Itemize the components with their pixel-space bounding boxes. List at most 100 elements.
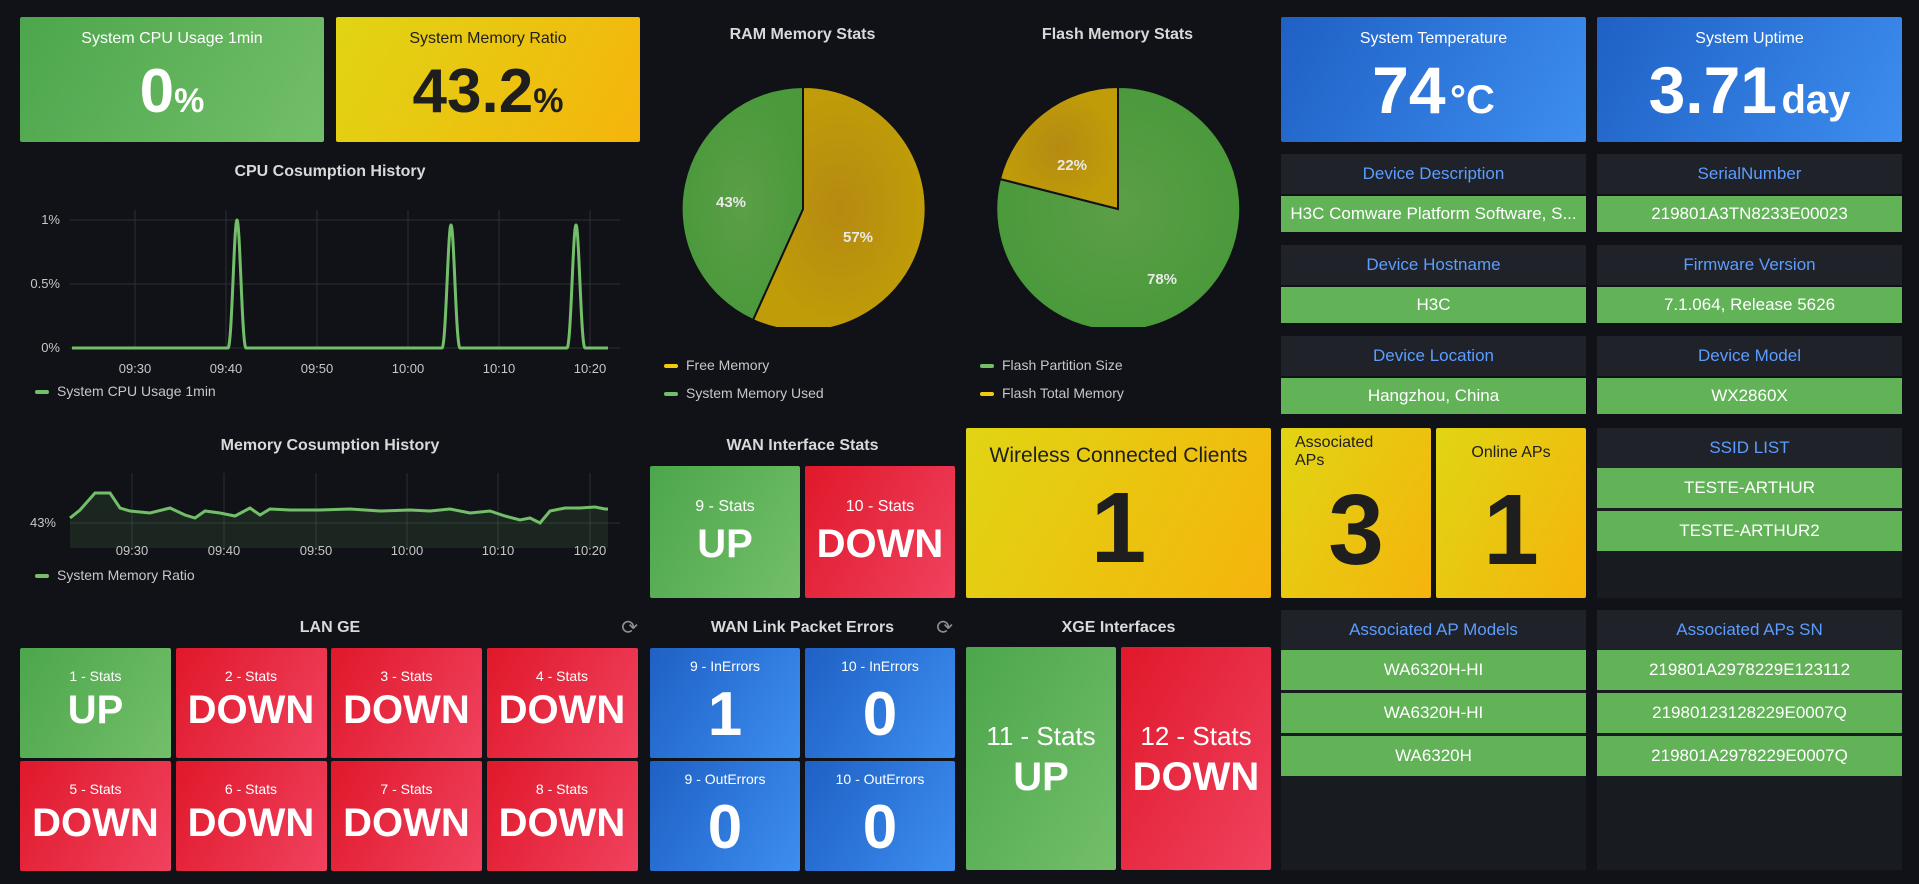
- legend-swatch: [980, 364, 994, 369]
- xge-if11-value: UP: [1013, 755, 1069, 799]
- ap-sn-item: 219801A2978229E0007Q: [1597, 736, 1902, 776]
- lan-port-stat: 4 - Stats DOWN: [486, 648, 638, 758]
- pie-label-free: 57%: [843, 229, 873, 246]
- xge-if11-stat: 11 - Stats UP: [966, 647, 1116, 870]
- device-model-label: Device Model: [1597, 336, 1902, 376]
- legend-label: System Memory Ratio: [57, 567, 195, 583]
- lan-port-label: 6 - Stats: [224, 781, 278, 797]
- memory-history-chart: 43% 09:30 09:40 09:50 10:00 10:10 10:20: [30, 473, 620, 558]
- cpu-usage-title: System CPU Usage 1min: [81, 30, 263, 47]
- wan-if9-label: 9 - Stats: [695, 498, 755, 515]
- lan-port-label: 3 - Stats: [380, 668, 433, 684]
- associated-aps-value: 3: [1328, 474, 1384, 586]
- wan-error-value: 0: [862, 680, 898, 749]
- lan-port-stat: 6 - Stats DOWN: [175, 761, 327, 871]
- memory-ratio-stat: System Memory Ratio 43.2%: [336, 17, 640, 142]
- ram-legend-free: Free Memory: [664, 357, 769, 373]
- ap-sn-item: 219801A2978229E123112: [1597, 650, 1902, 690]
- x-tick: 10:10: [483, 361, 516, 376]
- device-description-label: Device Description: [1281, 154, 1586, 194]
- ap-sn-item: 21980123128229E0007Q: [1597, 693, 1902, 733]
- online-aps-title: Online APs: [1471, 444, 1551, 461]
- lan-port-stat: 1 - Stats UP: [20, 648, 171, 758]
- online-aps-stat: Online APs 1: [1436, 428, 1586, 598]
- cpu-history-panel: CPU Cosumption History 1% 0.5% 0% 09:30 …: [20, 160, 640, 415]
- flash-pie-title: Flash Memory Stats: [1041, 26, 1194, 43]
- ssid-list-title: SSID LIST: [1597, 428, 1902, 468]
- refresh-icon[interactable]: ⟳: [621, 615, 638, 640]
- memory-series-area: [70, 493, 608, 548]
- lan-port-value: DOWN: [187, 801, 315, 845]
- cpu-usage-value: 0: [139, 57, 175, 126]
- legend-label: System Memory Used: [686, 385, 824, 401]
- serial-number-label: SerialNumber: [1597, 154, 1902, 194]
- wan-if9-value: UP: [697, 522, 753, 566]
- temperature-stat: System Temperature 74 °C: [1281, 17, 1586, 142]
- ap-model-item: WA6320H: [1281, 736, 1586, 776]
- lan-port-value: DOWN: [498, 688, 626, 732]
- device-hostname-value: H3C: [1281, 287, 1586, 323]
- wireless-clients-value: 1: [1090, 472, 1147, 584]
- ap-model-item: WA6320H-HI: [1281, 650, 1586, 690]
- lan-ge-panel: LAN GE ⟳: [20, 610, 640, 650]
- wan-error-label: 9 - InErrors: [689, 658, 760, 674]
- lan-port-stat: 3 - Stats DOWN: [331, 648, 482, 758]
- wan-error-value: 1: [707, 680, 743, 749]
- lan-port-value: UP: [67, 688, 124, 732]
- y-tick: 43%: [30, 515, 56, 530]
- cpu-history-legend: System CPU Usage 1min: [35, 383, 216, 399]
- device-description-value: H3C Comware Platform Software, S...: [1281, 196, 1586, 232]
- ram-legend-used: System Memory Used: [664, 385, 824, 401]
- lan-port-stat: 7 - Stats DOWN: [331, 761, 482, 871]
- legend-label: Flash Total Memory: [1002, 385, 1124, 401]
- wireless-clients-title: Wireless Connected Clients: [989, 444, 1248, 467]
- pie-label-total: 22%: [1057, 157, 1087, 174]
- lan-port-value: DOWN: [343, 688, 470, 732]
- y-tick: 1%: [41, 212, 60, 227]
- ap-models-title: Associated AP Models: [1281, 610, 1586, 650]
- wireless-clients-stat: Wireless Connected Clients 1: [966, 428, 1271, 598]
- memory-history-panel: Memory Cosumption History 43% 09:30 09:4…: [20, 433, 640, 593]
- wan-if10-value: DOWN: [816, 522, 944, 566]
- firmware-version-label: Firmware Version: [1597, 245, 1902, 285]
- wan-error-stat: 9 - InErrors 1: [650, 648, 800, 758]
- lan-port-stat: 5 - Stats DOWN: [20, 761, 171, 871]
- ram-pie-chart: 57% 43%: [680, 85, 927, 327]
- lan-port-value: DOWN: [187, 688, 315, 732]
- uptime-title: System Uptime: [1695, 30, 1804, 47]
- wan-error-value: 0: [707, 793, 743, 862]
- wan-error-label: 10 - OutErrors: [835, 771, 925, 787]
- ram-pie-title: RAM Memory Stats: [729, 26, 876, 43]
- refresh-icon[interactable]: ⟳: [936, 615, 953, 640]
- wan-errors-panel: WAN Link Packet Errors ⟳: [650, 610, 955, 650]
- wan-error-value: 0: [862, 793, 898, 862]
- memory-ratio-title: System Memory Ratio: [409, 30, 567, 47]
- legend-label: Flash Partition Size: [1002, 357, 1123, 373]
- lan-port-value: DOWN: [343, 801, 470, 845]
- device-location-value: Hangzhou, China: [1281, 378, 1586, 414]
- device-hostname-label: Device Hostname: [1281, 245, 1586, 285]
- pie-label-partition: 78%: [1147, 271, 1177, 288]
- temperature-title: System Temperature: [1359, 30, 1508, 47]
- ap-models-panel: Associated AP Models WA6320H-HI WA6320H-…: [1281, 610, 1586, 870]
- lan-port-stat: 2 - Stats DOWN: [175, 648, 327, 758]
- uptime-stat: System Uptime 3.71 day: [1597, 17, 1902, 142]
- flash-legend-partition: Flash Partition Size: [980, 357, 1123, 373]
- xge-if12-label: 12 - Stats: [1140, 721, 1252, 751]
- xge-if12-stat: 12 - Stats DOWN: [1121, 647, 1271, 870]
- legend-swatch: [664, 392, 678, 397]
- wan-error-label: 9 - OutErrors: [684, 771, 766, 787]
- associated-aps-stat: Associated APs 3: [1281, 428, 1431, 598]
- wan-if10-stat: 10 - Stats DOWN: [805, 466, 955, 598]
- wan-interface-title: WAN Interface Stats: [726, 437, 879, 454]
- flash-pie-panel: Flash Memory Stats 78% 22% Flash Partiti…: [965, 17, 1270, 417]
- legend-label: System CPU Usage 1min: [57, 383, 216, 399]
- lan-port-label: 4 - Stats: [535, 668, 589, 684]
- x-tick: 09:50: [301, 361, 334, 376]
- xge-panel: XGE Interfaces: [966, 610, 1271, 650]
- memory-history-title: Memory Cosumption History: [220, 437, 440, 454]
- cpu-usage-stat: System CPU Usage 1min 0%: [20, 17, 324, 142]
- ap-model-item: WA6320H-HI: [1281, 693, 1586, 733]
- x-tick: 10:00: [392, 361, 425, 376]
- ap-sn-panel: Associated APs SN 219801A2978229E123112 …: [1597, 610, 1902, 870]
